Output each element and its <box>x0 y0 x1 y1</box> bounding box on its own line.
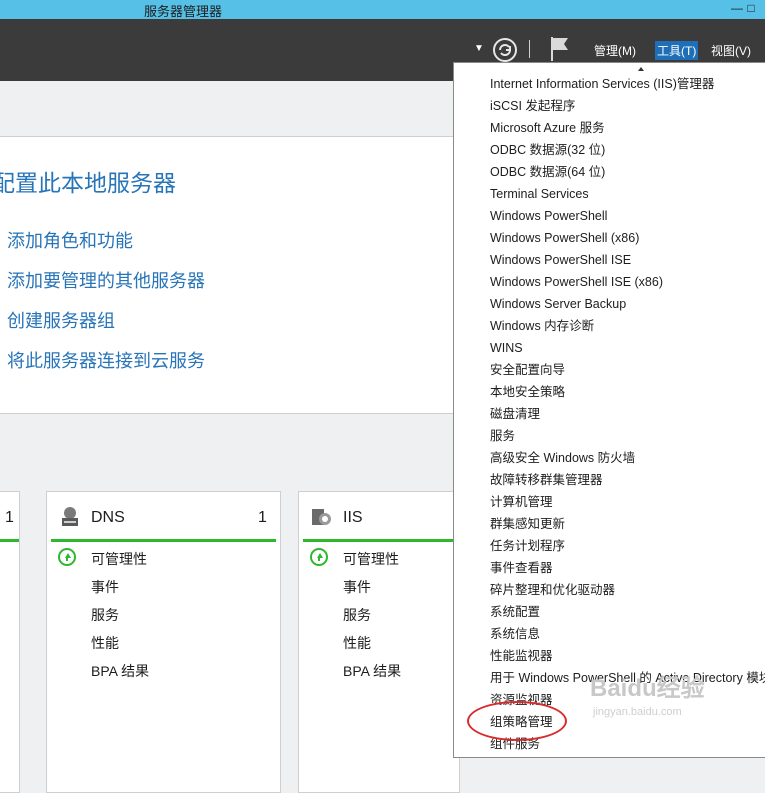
header-divider <box>529 40 530 58</box>
tools-menu-item[interactable]: 高级安全 Windows 防火墙 <box>490 447 635 469</box>
tools-menu-item[interactable]: 本地安全策略 <box>490 381 565 403</box>
tools-menu-item[interactable]: 系统信息 <box>490 623 540 645</box>
tile-row-manageability[interactable]: 可管理性 <box>91 549 147 569</box>
maximize-button[interactable]: □ <box>736 0 765 19</box>
watermark-url: jingyan.baidu.com <box>593 706 682 718</box>
tools-menu-item[interactable]: Windows PowerShell ISE <box>490 249 631 271</box>
add-roles-link[interactable]: 添加角色和功能 <box>7 227 133 253</box>
tile-row-manageability[interactable]: 可管理性 <box>343 549 399 569</box>
tools-menu-item[interactable]: 计算机管理 <box>490 491 553 513</box>
create-server-group-link[interactable]: 创建服务器组 <box>7 307 115 333</box>
tools-menu-item[interactable]: ODBC 数据源(32 位) <box>490 139 605 161</box>
tools-menu-item[interactable]: 磁盘清理 <box>490 403 540 425</box>
tile-title[interactable]: IIS <box>343 509 363 527</box>
window-titlebar: 服务器管理器 — □ <box>0 0 765 19</box>
tools-menu-item[interactable]: ODBC 数据源(64 位) <box>490 161 605 183</box>
tools-menu-item[interactable]: Windows PowerShell ISE (x86) <box>490 271 663 293</box>
tile-row-services[interactable]: 服务 <box>91 605 119 625</box>
iis-role-tile[interactable]: IIS 可管理性 事件 服务 性能 BPA 结果 <box>298 491 460 793</box>
tile-count: 1 <box>5 509 14 526</box>
manageability-ok-icon <box>58 548 76 566</box>
manageability-ok-icon <box>310 548 328 566</box>
status-bar <box>0 539 19 542</box>
tools-menu-item[interactable]: Internet Information Services (IIS)管理器 <box>490 73 714 95</box>
tile-row-events[interactable]: 事件 <box>343 577 371 597</box>
nav-dropdown-arrow-icon[interactable]: ▼ <box>474 43 484 54</box>
menu-view[interactable]: 视图(V) <box>709 41 753 60</box>
tools-menu-item[interactable]: Windows Server Backup <box>490 293 626 315</box>
watermark-logo: Baidu经验 jingyan.baidu.com <box>590 668 760 738</box>
add-servers-link[interactable]: 添加要管理的其他服务器 <box>7 267 205 293</box>
highlight-annotation <box>467 701 567 741</box>
server-tile-partial[interactable]: 1 <box>0 491 20 793</box>
quick-start-panel: 配置此本地服务器 添加角色和功能 添加要管理的其他服务器 创建服务器组 将此服务… <box>0 136 456 414</box>
status-bar <box>303 539 459 542</box>
tools-menu-item[interactable]: Windows PowerShell (x86) <box>490 227 639 249</box>
window-title: 服务器管理器 <box>144 4 223 19</box>
tools-menu-item[interactable]: Windows 内存诊断 <box>490 315 594 337</box>
quick-start-title[interactable]: 配置此本地服务器 <box>0 164 176 198</box>
tile-row-bpa[interactable]: BPA 结果 <box>91 661 149 681</box>
dns-role-tile[interactable]: DNS 1 可管理性 事件 服务 性能 BPA 结果 <box>46 491 281 793</box>
refresh-icon[interactable] <box>492 37 518 63</box>
tools-menu-item[interactable]: iSCSI 发起程序 <box>490 95 575 117</box>
tools-menu-item[interactable]: 群集感知更新 <box>490 513 565 535</box>
connect-cloud-link[interactable]: 将此服务器连接到云服务 <box>7 347 205 373</box>
tools-menu-item[interactable]: Windows PowerShell <box>490 205 607 227</box>
tools-menu-item[interactable]: 任务计划程序 <box>490 535 565 557</box>
tools-menu-item[interactable]: 性能监视器 <box>490 645 553 667</box>
tools-menu-item[interactable]: 事件查看器 <box>490 557 553 579</box>
tile-row-performance[interactable]: 性能 <box>91 633 119 653</box>
dns-server-icon <box>62 507 78 526</box>
status-bar <box>51 539 276 542</box>
tools-menu-item[interactable]: 系统配置 <box>490 601 540 623</box>
tile-row-performance[interactable]: 性能 <box>343 633 371 653</box>
tools-menu-item[interactable]: Terminal Services <box>490 183 589 205</box>
iis-server-icon <box>312 509 331 525</box>
tile-row-events[interactable]: 事件 <box>91 577 119 597</box>
tools-menu-item[interactable]: Microsoft Azure 服务 <box>490 117 605 139</box>
tools-menu-item[interactable]: WINS <box>490 337 523 359</box>
watermark-brand: Baidu经验 <box>590 675 705 702</box>
tile-row-bpa[interactable]: BPA 结果 <box>343 661 401 681</box>
scroll-up-arrow-icon[interactable] <box>638 67 644 71</box>
tools-menu-item[interactable]: 安全配置向导 <box>490 359 565 381</box>
tools-menu-item[interactable]: 故障转移群集管理器 <box>490 469 603 491</box>
tile-count: 1 <box>258 509 267 526</box>
tile-row-services[interactable]: 服务 <box>343 605 371 625</box>
tools-menu-item[interactable]: 碎片整理和优化驱动器 <box>490 579 615 601</box>
menu-tools[interactable]: 工具(T) <box>655 41 699 60</box>
tile-title[interactable]: DNS <box>91 509 125 527</box>
notifications-flag-icon[interactable] <box>549 35 571 63</box>
tools-menu-item[interactable]: 服务 <box>490 425 515 447</box>
menu-manage[interactable]: 管理(M) <box>592 41 638 60</box>
tools-dropdown-menu: Internet Information Services (IIS)管理器 iS… <box>453 62 765 758</box>
